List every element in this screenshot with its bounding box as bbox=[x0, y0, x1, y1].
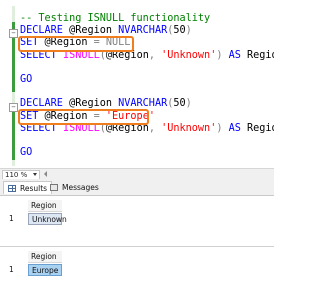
collapse-toggle-icon[interactable]: − bbox=[9, 103, 18, 112]
tab-results[interactable]: Results bbox=[3, 181, 53, 194]
highlight-box-set-null bbox=[18, 36, 134, 52]
code-token: @Region bbox=[62, 25, 119, 37]
editor-content[interactable]: − − -- Testing ISNULL functionality DECLA… bbox=[0, 0, 274, 168]
row-number[interactable]: 1 bbox=[4, 213, 26, 225]
code-token: DECLARE bbox=[20, 25, 63, 37]
code-token: GO bbox=[20, 147, 33, 159]
code-token: NVARCHAR bbox=[118, 25, 168, 37]
row-number[interactable]: 1 bbox=[4, 264, 26, 276]
code-line[interactable]: GO bbox=[20, 73, 32, 86]
chevron-down-icon bbox=[33, 173, 37, 176]
tab-results-label: Results bbox=[20, 184, 48, 193]
code-token: 'Unknown' bbox=[161, 49, 217, 61]
result-cell-selected[interactable]: Europe bbox=[28, 264, 62, 276]
code-token: ) bbox=[185, 25, 192, 37]
code-token: 50 bbox=[173, 25, 186, 37]
code-token: -- Testing ISNULL functionality bbox=[20, 13, 211, 24]
code-token: NVARCHAR bbox=[118, 98, 168, 110]
code-token: @Region bbox=[62, 98, 119, 110]
highlight-box-set-europe bbox=[18, 109, 149, 125]
result-cell[interactable]: Unknown bbox=[28, 213, 67, 225]
code-token: GO bbox=[20, 74, 33, 85]
code-token: 'Unknown' bbox=[161, 122, 217, 134]
column-header[interactable]: Region bbox=[28, 251, 62, 263]
zoom-level: 110 % bbox=[5, 171, 28, 179]
code-token: ) bbox=[185, 98, 192, 110]
code-line[interactable]: -- Testing ISNULL functionality bbox=[20, 12, 210, 25]
scroll-left-icon[interactable] bbox=[44, 171, 47, 177]
results-pane: Region 1 Unknown Region 1 Europe bbox=[0, 196, 274, 300]
code-token: Region bbox=[247, 49, 274, 61]
code-line[interactable]: GO bbox=[20, 146, 32, 159]
code-token: AS bbox=[228, 122, 241, 134]
code-token: AS bbox=[228, 49, 241, 61]
results-tabs: Results Messages bbox=[0, 179, 274, 196]
saved-changes-marker bbox=[12, 110, 15, 160]
grid-icon bbox=[8, 185, 16, 192]
collapse-toggle-icon[interactable]: − bbox=[9, 29, 18, 38]
code-token: DECLARE bbox=[20, 98, 63, 110]
query-editor[interactable]: − − -- Testing ISNULL functionality DECLA… bbox=[0, 0, 274, 168]
code-token: 50 bbox=[173, 98, 186, 110]
code-token: Region bbox=[247, 122, 274, 134]
grid-divider bbox=[0, 246, 274, 247]
messages-icon bbox=[50, 184, 58, 191]
tab-messages[interactable]: Messages bbox=[46, 181, 103, 194]
column-header[interactable]: Region bbox=[28, 200, 62, 212]
tab-messages-label: Messages bbox=[62, 183, 99, 192]
editor-status-strip: 110 % bbox=[0, 168, 274, 180]
